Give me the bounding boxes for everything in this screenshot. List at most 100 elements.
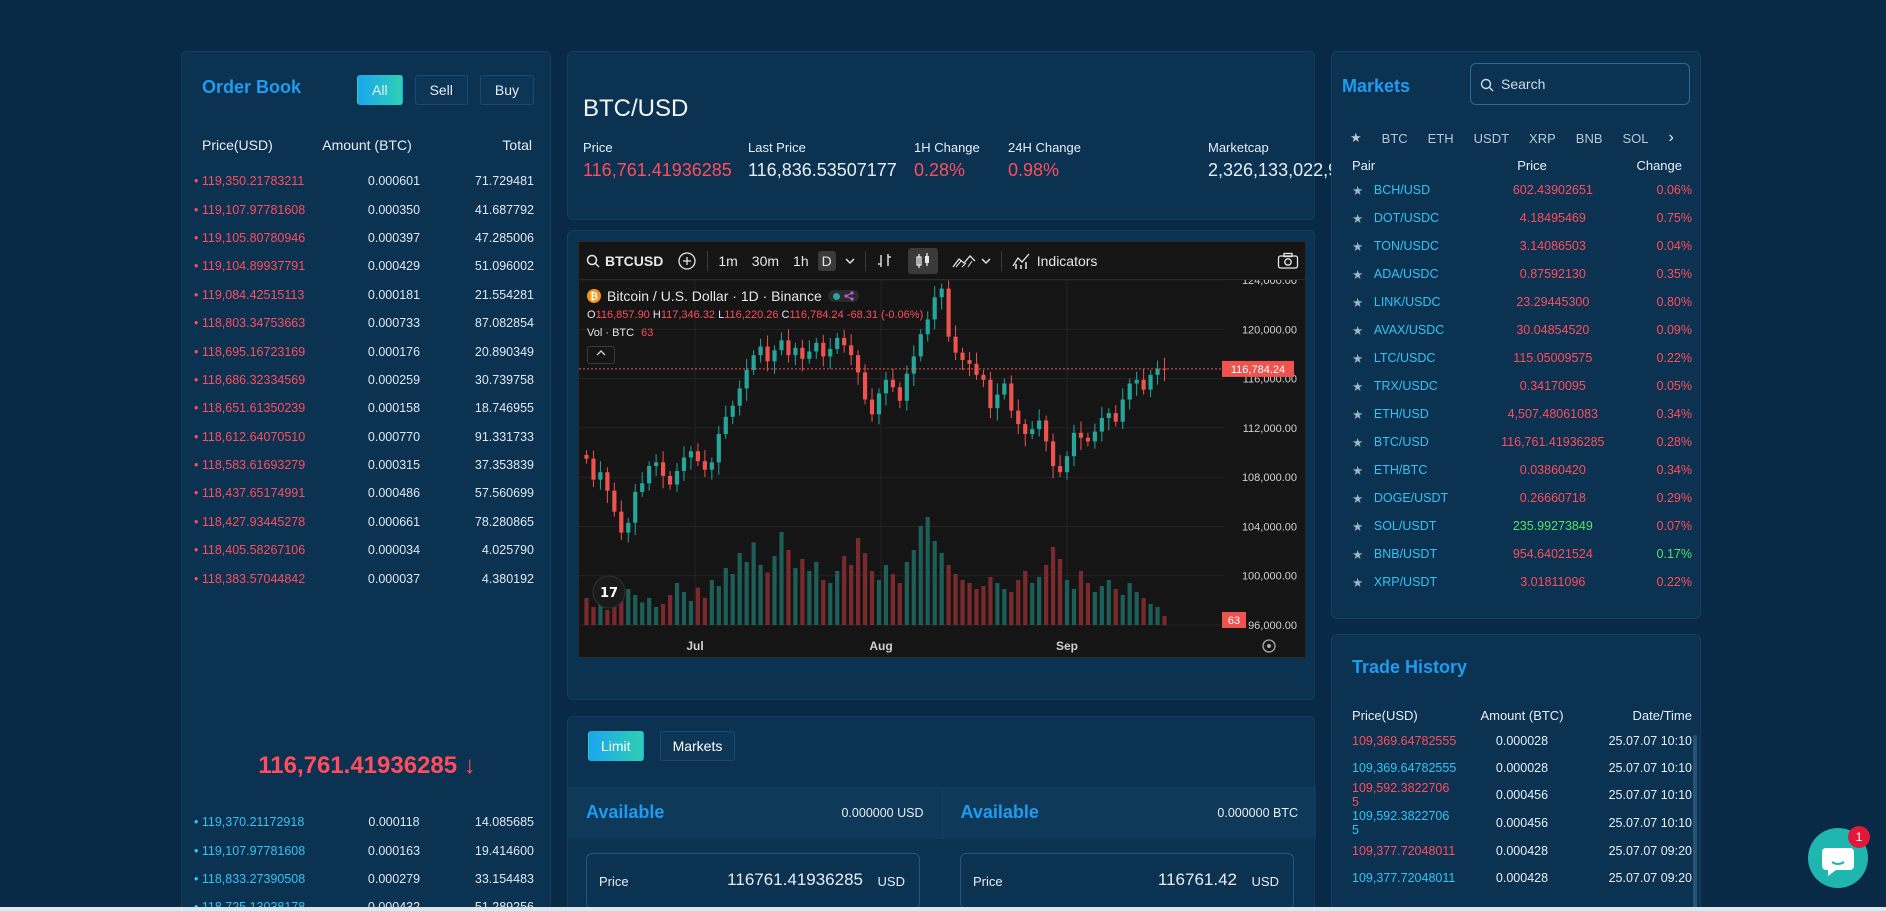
favorites-star-icon[interactable]: ★	[1350, 130, 1362, 146]
volume-bar	[1106, 580, 1111, 625]
buy-order-row[interactable]: 118,833.27390508 0.000279 33.154483	[194, 865, 534, 893]
trade-row: 109,592.3822706 5 0.000456 25.07.07 10:10	[1352, 781, 1692, 809]
bars-button[interactable]	[876, 252, 894, 270]
interval-1m[interactable]: 1m	[718, 253, 737, 269]
markets-search-input[interactable]: Search	[1470, 63, 1690, 105]
sell-order-row[interactable]: 118,695.16723169 0.000176 20.890349	[194, 337, 534, 365]
volume-bar	[765, 572, 770, 625]
favorite-star-icon[interactable]: ★	[1352, 407, 1374, 422]
favorite-star-icon[interactable]: ★	[1352, 267, 1374, 282]
favorite-star-icon[interactable]: ★	[1352, 435, 1374, 450]
sell-order-row[interactable]: 118,651.61350239 0.000158 18.746955	[194, 394, 534, 422]
filter-buy-button[interactable]: Buy	[479, 75, 535, 105]
favorite-star-icon[interactable]: ★	[1352, 183, 1374, 198]
market-row[interactable]: ★ SOL/USDT 235.99273849 0.07%	[1352, 512, 1692, 540]
sell-order-row[interactable]: 118,437.65174991 0.000486 57.560699	[194, 479, 534, 507]
sell-price-field[interactable]: Price 116761.42 USD	[960, 853, 1294, 909]
market-change: 0.80%	[1656, 295, 1692, 309]
interval-1h[interactable]: 1h	[793, 253, 809, 269]
market-row[interactable]: ★ AVAX/USDC 30.04854520 0.09%	[1352, 316, 1692, 344]
ohlc-close: 116,784.24	[789, 309, 844, 321]
screenshot-button[interactable]	[1277, 252, 1299, 270]
tab-markets[interactable]: Markets	[659, 731, 736, 761]
market-row[interactable]: ★ ETH/USD 4,507.48061083 0.34%	[1352, 400, 1692, 428]
coin-tab-eth[interactable]: ETH	[1428, 131, 1454, 146]
coin-tab-bnb[interactable]: BNB	[1576, 131, 1603, 146]
favorite-star-icon[interactable]: ★	[1352, 519, 1374, 534]
collapse-legend-button[interactable]	[587, 346, 615, 364]
symbol-search[interactable]: BTCUSD	[586, 253, 663, 269]
coin-tab-sol[interactable]: SOL	[1623, 131, 1649, 146]
interval-dropdown[interactable]	[845, 256, 855, 266]
favorite-star-icon[interactable]: ★	[1352, 211, 1374, 226]
favorite-star-icon[interactable]: ★	[1352, 379, 1374, 394]
market-row[interactable]: ★ TRX/USDC 0.34170095 0.05%	[1352, 372, 1692, 400]
market-row[interactable]: ★ LTC/USDC 115.05009575 0.22%	[1352, 344, 1692, 372]
favorite-star-icon[interactable]: ★	[1352, 575, 1374, 590]
filter-sell-button[interactable]: Sell	[414, 75, 468, 105]
price-value[interactable]: 116761.41936285	[727, 870, 863, 890]
coin-tab-xrp[interactable]: XRP	[1529, 131, 1556, 146]
sell-order-row[interactable]: 119,105.80780946 0.000397 47.285006	[194, 224, 534, 252]
interval-d[interactable]: D	[817, 250, 836, 271]
candles-button[interactable]	[907, 247, 938, 274]
market-row[interactable]: ★ BTC/USD 116,761.41936285 0.28%	[1352, 428, 1692, 456]
volume-bar	[1127, 583, 1132, 625]
market-row[interactable]: ★ TON/USDC 3.14086503 0.04%	[1352, 232, 1692, 260]
market-row[interactable]: ★ DOT/USDC 4.18495469 0.75%	[1352, 204, 1692, 232]
sell-order-row[interactable]: 119,104.89937791 0.000429 51.096002	[194, 252, 534, 280]
area-button[interactable]	[952, 253, 991, 269]
volume-bar	[897, 583, 902, 625]
volume-bar	[988, 577, 993, 625]
candle-body	[619, 511, 624, 533]
favorite-star-icon[interactable]: ★	[1352, 239, 1374, 254]
market-row[interactable]: ★ ADA/USDC 0.87592130 0.35%	[1352, 260, 1692, 288]
favorite-star-icon[interactable]: ★	[1352, 295, 1374, 310]
candle-body	[960, 352, 965, 361]
compare-button[interactable]	[677, 251, 697, 271]
market-row[interactable]: ★ XRP/USDT 3.01811096 0.22%	[1352, 568, 1692, 596]
history-scrollbar[interactable]	[1693, 735, 1697, 911]
favorite-star-icon[interactable]: ★	[1352, 463, 1374, 478]
buy-order-row[interactable]: 119,370.21172918 0.000118 14.085685	[194, 808, 534, 836]
coin-tab-btc[interactable]: BTC	[1382, 131, 1408, 146]
favorite-star-icon[interactable]: ★	[1352, 323, 1374, 338]
buy-order-row[interactable]: 119,107.97781608 0.000163 19.414600	[194, 836, 534, 864]
indicators-label: Indicators	[1036, 252, 1098, 269]
filter-all-button[interactable]: All	[357, 75, 403, 105]
candle-body	[709, 462, 714, 470]
order-total: 33.154483	[474, 871, 534, 886]
market-row[interactable]: ★ BNB/USDT 954.64021524 0.17%	[1352, 540, 1692, 568]
buy-price-field[interactable]: Price 116761.41936285 USD	[586, 853, 920, 909]
chevron-right-icon[interactable]: ›	[1669, 129, 1674, 147]
markets-panel: Markets Search ★ BTC ETH USDT XRP BNB SO…	[1331, 51, 1701, 619]
favorite-star-icon[interactable]: ★	[1352, 351, 1374, 366]
volume-bar	[1044, 565, 1049, 625]
tab-limit[interactable]: Limit	[588, 731, 644, 761]
sell-order-row[interactable]: 118,383.57044842 0.000037 4.380192	[194, 564, 534, 592]
coin-tab-usdt[interactable]: USDT	[1474, 131, 1509, 146]
sell-order-row[interactable]: 119,107.97781608 0.000350 41.687792	[194, 195, 534, 223]
market-row[interactable]: ★ DOGE/USDT 0.26660718 0.29%	[1352, 484, 1692, 512]
sell-order-row[interactable]: 119,084.42515113 0.000181 21.554281	[194, 281, 534, 309]
sell-order-row[interactable]: 119,350.21783211 0.000601 71.729481	[194, 167, 534, 195]
sell-order-row[interactable]: 118,427.93445278 0.000661 78.280865	[194, 508, 534, 536]
sell-order-row[interactable]: 118,686.32334569 0.000259 30.739758	[194, 366, 534, 394]
market-row[interactable]: ★ LINK/USDC 23.29445300 0.80%	[1352, 288, 1692, 316]
tradingview-chart[interactable]: BTCUSD 1m 30m 1h D Indicators 124,000.00…	[578, 241, 1307, 658]
market-row[interactable]: ★ ETH/BTC 0.03860420 0.34%	[1352, 456, 1692, 484]
sell-order-row[interactable]: 118,583.61693279 0.000315 37.353839	[194, 451, 534, 479]
volume-bar	[939, 553, 944, 625]
market-row[interactable]: ★ BCH/USD 602.43902651 0.06%	[1352, 176, 1692, 204]
sell-order-row[interactable]: 118,803.34753663 0.000733 87.082854	[194, 309, 534, 337]
market-price: 115.05009575	[1513, 351, 1593, 365]
sell-order-row[interactable]: 118,612.64070510 0.000770 91.331733	[194, 423, 534, 451]
interval-30m[interactable]: 30m	[752, 253, 779, 269]
favorite-star-icon[interactable]: ★	[1352, 547, 1374, 562]
favorite-star-icon[interactable]: ★	[1352, 491, 1374, 506]
candle-body	[1120, 399, 1125, 422]
price-value[interactable]: 116761.42	[1158, 870, 1237, 890]
ohlc-open: 116,857.90	[595, 309, 650, 321]
indicators-button[interactable]: Indicators	[1012, 252, 1098, 270]
sell-order-row[interactable]: 118,405.58267106 0.000034 4.025790	[194, 536, 534, 564]
